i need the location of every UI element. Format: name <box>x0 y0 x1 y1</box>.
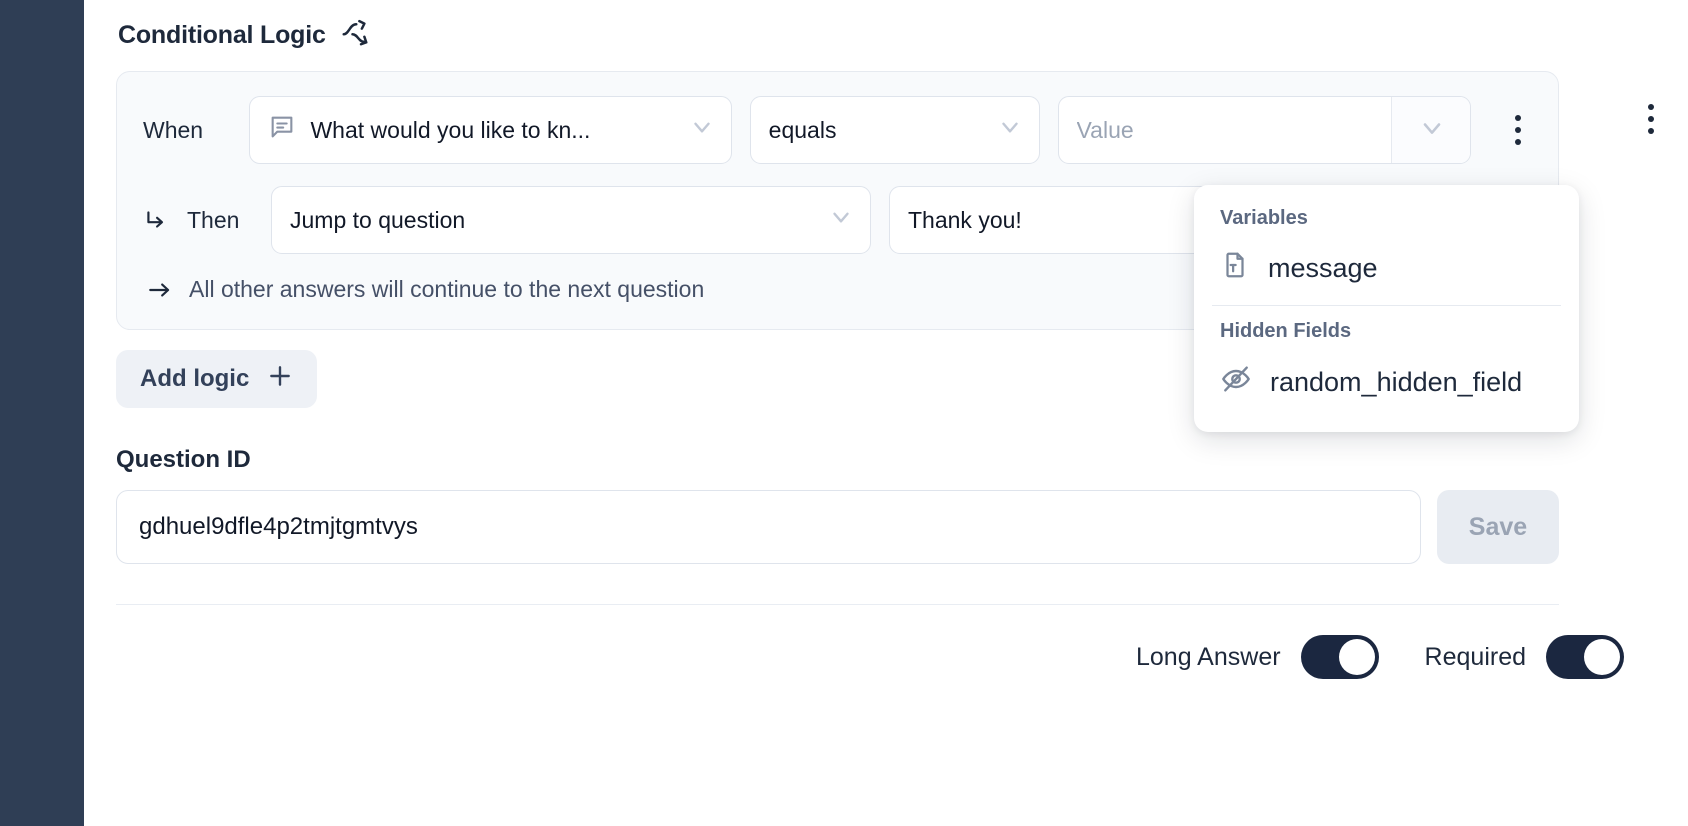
hidden-field-label: random_hidden_field <box>1270 367 1523 397</box>
file-text-icon <box>1220 250 1250 287</box>
operator-select-value: equals <box>768 116 837 143</box>
logic-row-menu-button[interactable] <box>1503 107 1532 153</box>
fallback-note-text: All other answers will continue to the n… <box>189 276 705 302</box>
settings-panel: Conditional Logic When What would you li… <box>84 0 1688 826</box>
conditional-logic-header: Conditional Logic <box>84 0 1688 53</box>
add-logic-button[interactable]: Add logic <box>116 350 318 408</box>
question-select[interactable]: What would you like to kn... <box>249 96 732 164</box>
eye-off-icon <box>1220 363 1252 402</box>
save-button[interactable]: Save <box>1437 490 1559 564</box>
action-select[interactable]: Jump to question <box>271 186 871 254</box>
question-id-label: Question ID <box>116 446 251 473</box>
chevron-down-icon <box>689 114 715 146</box>
variables-header: Variables <box>1220 207 1308 229</box>
variable-item-message[interactable]: message <box>1194 242 1579 301</box>
app-root: Conditional Logic When What would you li… <box>0 0 1688 826</box>
question-options-footer: Long Answer Required <box>84 635 1688 679</box>
long-answer-label: Long Answer <box>1136 642 1281 671</box>
kebab-dot <box>1648 128 1654 134</box>
required-toggle[interactable] <box>1546 635 1624 679</box>
hidden-field-item-random-hidden-field[interactable]: random_hidden_field <box>1194 355 1579 416</box>
kebab-dot <box>1648 116 1654 122</box>
toggle-knob <box>1584 639 1620 675</box>
action-select-value: Jump to question <box>290 206 466 233</box>
operator-select[interactable]: equals <box>749 96 1040 164</box>
kebab-dot <box>1514 139 1521 145</box>
long-answer-toggle[interactable] <box>1300 635 1379 679</box>
plus-icon <box>267 363 293 396</box>
variables-popup: Variables message Hidden Fields random_h… <box>1194 185 1579 432</box>
when-label: When <box>143 116 204 143</box>
branch-logic-icon <box>340 18 370 53</box>
chevron-down-icon <box>828 204 854 236</box>
chevron-down-icon <box>1418 114 1446 147</box>
then-arrow-icon <box>143 207 169 233</box>
then-label: Then <box>187 206 240 233</box>
left-nav-rail <box>0 0 84 826</box>
question-id-input[interactable] <box>116 490 1421 564</box>
kebab-dot <box>1514 115 1521 121</box>
required-label: Required <box>1424 642 1526 671</box>
logic-card-menu-button[interactable] <box>1636 96 1666 142</box>
kebab-dot <box>1648 104 1654 110</box>
value-variable-dropdown-button[interactable] <box>1390 97 1471 163</box>
page-title: Conditional Logic <box>118 21 326 49</box>
value-input[interactable] <box>1058 97 1391 163</box>
variable-label: message <box>1268 253 1378 283</box>
required-toggle-group: Required <box>1425 635 1624 679</box>
kebab-dot <box>1514 127 1521 133</box>
value-input-group <box>1057 96 1472 164</box>
footer-divider <box>116 604 1559 605</box>
arrow-right-icon <box>147 277 173 303</box>
question-id-row: Save <box>116 490 1688 564</box>
message-question-icon <box>268 113 296 147</box>
toggle-knob <box>1338 639 1375 675</box>
chevron-down-icon <box>997 114 1023 146</box>
question-select-value: What would you like to kn... <box>310 116 591 143</box>
popup-divider <box>1212 305 1561 306</box>
long-answer-toggle-group: Long Answer <box>1136 635 1379 679</box>
add-logic-label: Add logic <box>140 365 250 392</box>
hidden-fields-header: Hidden Fields <box>1220 320 1352 342</box>
logic-when-row: When What would you like to kn... equals… <box>143 96 1532 164</box>
